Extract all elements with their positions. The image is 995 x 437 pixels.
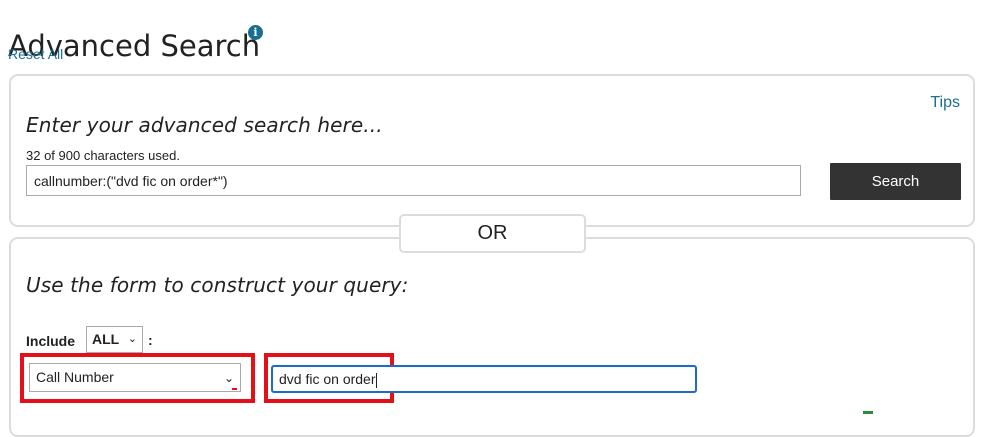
reset-all-link[interactable]: Reset All [8, 46, 63, 62]
tips-link[interactable]: Tips [930, 94, 960, 112]
include-select[interactable]: ALL ⌄ [86, 326, 143, 353]
include-select-value: ALL [92, 331, 120, 347]
search-term-value: dvd fic on order [279, 371, 376, 387]
search-field-select[interactable]: Call Number ⌄ [29, 363, 241, 392]
search-term-input[interactable]: dvd fic on order [271, 365, 697, 393]
include-label: Include [26, 333, 76, 349]
freeform-heading: Enter your advanced search here... [26, 113, 383, 137]
search-field-select-value: Call Number [36, 369, 114, 385]
text-caret [375, 372, 377, 388]
info-icon[interactable]: i [248, 25, 263, 40]
required-marker [232, 388, 237, 390]
query-builder-panel: Use the form to construct your query: In… [9, 237, 975, 437]
search-button[interactable]: Search [830, 163, 961, 200]
include-colon: : [148, 332, 153, 348]
advanced-query-input[interactable] [26, 165, 801, 196]
or-divider: OR [399, 214, 586, 253]
character-count: 32 of 900 characters used. [26, 148, 180, 163]
chevron-down-icon: ⌄ [127, 333, 137, 345]
freeform-search-panel: Tips Enter your advanced search here... … [9, 74, 975, 227]
form-heading: Use the form to construct your query: [26, 273, 409, 297]
